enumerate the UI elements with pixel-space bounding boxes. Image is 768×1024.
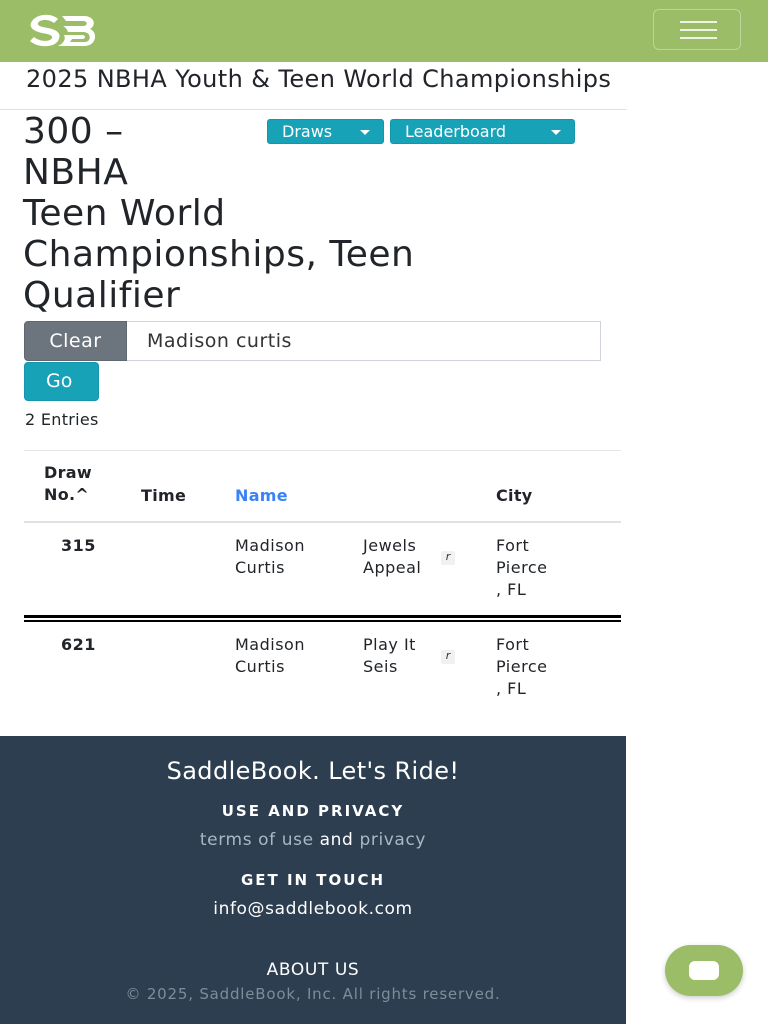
rider-city: Fort Pierce , FL	[496, 535, 547, 601]
go-button[interactable]: Go	[24, 362, 99, 401]
horse-name-line: Play It	[363, 635, 416, 654]
table-top-border	[24, 450, 621, 451]
rider-name-line: Madison	[235, 635, 305, 654]
terms-of-use-link[interactable]: terms of use	[200, 830, 314, 850]
class-title-line: Championships, Teen	[23, 234, 415, 275]
draws-dropdown-label: Draws	[282, 122, 333, 141]
class-title-line: Qualifier	[23, 275, 181, 316]
horse-name-line: Seis	[363, 657, 398, 676]
column-header-time: Time	[141, 486, 187, 505]
saddlebook-logo-icon[interactable]	[28, 13, 100, 49]
class-title-line: Teen World	[23, 193, 226, 234]
and-text: and	[319, 830, 354, 850]
contact-email-link[interactable]: info@saddlebook.com	[0, 898, 626, 920]
registered-mark: r	[441, 650, 455, 664]
legal-links: terms of use and privacy	[0, 829, 626, 851]
entries-count: 2 Entries	[25, 410, 99, 429]
privacy-link[interactable]: privacy	[359, 830, 426, 850]
column-header-city: City	[496, 486, 533, 505]
draw-number: 315	[61, 536, 96, 555]
event-title: 2025 NBHA Youth & Teen World Championshi…	[26, 65, 612, 93]
city-line: Pierce	[496, 558, 548, 577]
column-header-draw-no[interactable]: Draw No.^	[44, 462, 92, 506]
rider-name: Madison Curtis	[235, 535, 305, 579]
chat-bubble-icon	[689, 961, 719, 980]
horse-name: Jewels Appeal	[363, 535, 421, 579]
header-label: Draw	[44, 463, 92, 482]
city-line: , FL	[496, 580, 527, 599]
draws-dropdown-button[interactable]: Draws	[267, 119, 384, 144]
clear-button[interactable]: Clear	[24, 321, 127, 361]
registered-mark: r	[441, 551, 455, 565]
rider-name-line: Madison	[235, 536, 305, 555]
rider-name-line: Curtis	[235, 558, 285, 577]
leaderboard-dropdown-button[interactable]: Leaderboard	[390, 119, 575, 144]
menu-toggle-button[interactable]	[653, 9, 741, 50]
horse-name-line: Jewels	[363, 536, 417, 555]
draw-number: 621	[61, 635, 96, 654]
column-header-name-sort-link[interactable]: Name	[235, 485, 288, 507]
top-navbar	[0, 0, 768, 62]
site-footer: SaddleBook. Let's Ride! USE AND PRIVACY …	[0, 736, 626, 1024]
horse-name: Play It Seis	[363, 634, 416, 678]
header-bottom-border	[24, 521, 621, 523]
leaderboard-dropdown-label: Leaderboard	[405, 122, 507, 141]
copyright-text: © 2025, SaddleBook, Inc. All rights rese…	[125, 985, 501, 1003]
row-divider	[24, 620, 621, 622]
horse-name-line: Appeal	[363, 558, 422, 577]
contact-heading: GET IN TOUCH	[240, 871, 386, 889]
city-line: Fort	[496, 635, 530, 654]
city-line: , FL	[496, 679, 527, 698]
header-label: No.^	[44, 485, 90, 504]
chat-button[interactable]	[665, 945, 743, 996]
row-divider	[24, 615, 621, 618]
city-line: Pierce	[496, 657, 548, 676]
search-input[interactable]: Madison curtis	[127, 321, 601, 361]
rider-name: Madison Curtis	[235, 634, 305, 678]
divider	[0, 109, 627, 110]
use-privacy-heading: USE AND PRIVACY	[221, 802, 405, 820]
caret-down-icon	[551, 130, 561, 135]
class-title-line: NBHA	[23, 152, 129, 193]
footer-tagline: SaddleBook. Let's Ride!	[166, 757, 460, 785]
caret-down-icon	[360, 130, 370, 135]
rider-city: Fort Pierce , FL	[496, 634, 547, 700]
about-us-link[interactable]: ABOUT US	[0, 959, 626, 981]
rider-name-line: Curtis	[235, 657, 285, 676]
city-line: Fort	[496, 536, 530, 555]
